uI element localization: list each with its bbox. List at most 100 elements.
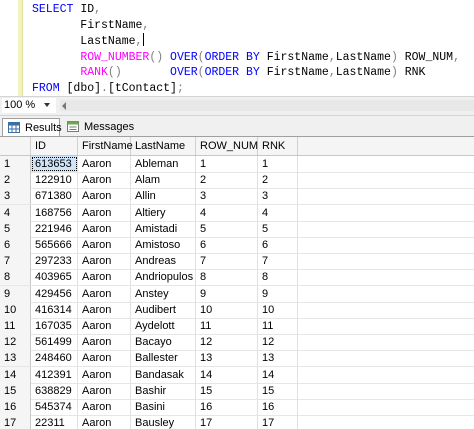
tab-messages[interactable]: Messages — [62, 118, 134, 136]
table-cell[interactable]: 17 — [196, 415, 258, 429]
row-number[interactable]: 6 — [0, 237, 31, 253]
table-cell[interactable]: Aaron — [78, 188, 131, 205]
results-grid[interactable]: ID FirstName LastName ROW_NUM RNK 1 613653 Aar… — [0, 137, 474, 429]
row-number[interactable]: 16 — [0, 399, 31, 415]
table-cell[interactable]: Bashir — [131, 382, 196, 399]
table-row[interactable]: 13 248460 Aaron Ballester 13 13 — [0, 350, 474, 368]
row-number[interactable]: 12 — [0, 334, 31, 351]
sql-line[interactable]: ROW_NUMBER() OVER(ORDER BY FirstName,Las… — [32, 50, 460, 66]
table-row[interactable]: 6 565666 Aaron Amistoso 6 6 — [0, 237, 474, 254]
table-row[interactable]: 7 297233 Aaron Andreas 7 7 — [0, 253, 474, 271]
table-row[interactable]: 11 167035 Aaron Aydelott 11 11 — [0, 318, 474, 335]
table-cell[interactable]: 14 — [258, 366, 298, 383]
table-cell[interactable]: Aaron — [78, 156, 131, 172]
column-header[interactable]: ID — [31, 137, 78, 155]
table-cell[interactable]: 8 — [258, 269, 298, 286]
sql-code[interactable]: SELECT ID, FirstName, LastName, ROW_NUMB… — [32, 2, 460, 96]
table-cell[interactable]: 6 — [196, 237, 258, 253]
table-row[interactable]: 16 545374 Aaron Basini 16 16 — [0, 399, 474, 416]
table-cell[interactable]: 8 — [196, 269, 258, 286]
table-row[interactable]: 9 429456 Aaron Anstey 9 9 — [0, 285, 474, 303]
table-row[interactable]: 14 412391 Aaron Bandasak 14 14 — [0, 366, 474, 384]
table-cell[interactable]: 17 — [258, 415, 298, 429]
row-number[interactable]: 14 — [0, 366, 31, 383]
table-cell[interactable]: 16 — [196, 399, 258, 415]
column-header[interactable]: ROW_NUM — [196, 137, 258, 155]
table-cell[interactable]: 1 — [196, 156, 258, 172]
row-number[interactable]: 15 — [0, 382, 31, 399]
table-cell[interactable]: Aaron — [78, 334, 131, 351]
table-cell[interactable]: Ballester — [131, 350, 196, 367]
table-cell[interactable]: 638829 — [31, 382, 78, 399]
chevron-down-icon[interactable] — [44, 103, 50, 107]
table-cell[interactable]: Aaron — [78, 366, 131, 383]
table-cell[interactable]: Aaron — [78, 220, 131, 237]
table-cell[interactable]: 16 — [258, 399, 298, 415]
table-cell[interactable]: 412391 — [31, 366, 78, 383]
table-cell[interactable]: 7 — [258, 253, 298, 270]
table-cell[interactable]: 14 — [196, 366, 258, 383]
sql-line[interactable]: SELECT ID, — [32, 2, 460, 18]
table-cell[interactable]: 429456 — [31, 285, 78, 302]
table-cell[interactable]: Ableman — [131, 156, 196, 172]
row-number[interactable]: 10 — [0, 301, 31, 318]
table-cell[interactable]: 11 — [258, 318, 298, 334]
row-number[interactable]: 8 — [0, 269, 31, 286]
table-cell[interactable]: 561499 — [31, 334, 78, 351]
horizontal-scrollbar[interactable] — [60, 100, 474, 111]
scroll-left-icon[interactable] — [62, 102, 66, 110]
table-cell[interactable]: 4 — [196, 204, 258, 221]
table-cell[interactable]: 11 — [196, 318, 258, 334]
table-cell[interactable]: 15 — [196, 382, 258, 399]
table-cell[interactable]: 168756 — [31, 204, 78, 221]
column-header[interactable]: FirstName — [78, 137, 133, 155]
table-cell[interactable]: 122910 — [31, 172, 78, 189]
table-row[interactable]: 3 671380 Aaron Allin 3 3 — [0, 188, 474, 206]
table-cell[interactable]: Aaron — [78, 301, 131, 318]
table-cell[interactable]: Bacayo — [131, 334, 196, 351]
table-cell[interactable]: Aaron — [78, 350, 131, 367]
table-cell[interactable]: Anstey — [131, 285, 196, 302]
table-cell[interactable]: Andriopulos — [131, 269, 196, 286]
sql-editor[interactable]: SELECT ID, FirstName, LastName, ROW_NUMB… — [0, 0, 474, 96]
row-number[interactable]: 11 — [0, 318, 31, 334]
column-header[interactable]: RNK — [258, 137, 298, 155]
table-cell[interactable]: Altiery — [131, 204, 196, 221]
table-cell[interactable]: 13 — [196, 350, 258, 367]
table-cell[interactable]: Aaron — [78, 204, 131, 221]
table-row[interactable]: 8 403965 Aaron Andriopulos 8 8 — [0, 269, 474, 287]
table-cell[interactable]: 297233 — [31, 253, 78, 270]
table-row[interactable]: 5 221946 Aaron Amistadi 5 5 — [0, 220, 474, 238]
table-cell[interactable]: Aaron — [78, 382, 131, 399]
sql-line[interactable]: FirstName, — [32, 18, 460, 34]
table-cell[interactable]: 12 — [258, 334, 298, 351]
table-cell[interactable]: Audibert — [131, 301, 196, 318]
table-cell[interactable]: 248460 — [31, 350, 78, 367]
tab-results[interactable]: Results — [2, 118, 62, 136]
table-cell[interactable]: 3 — [196, 188, 258, 205]
table-cell[interactable]: 613653 — [31, 156, 78, 172]
table-cell[interactable]: 545374 — [31, 399, 78, 415]
table-row[interactable]: 17 22311 Aaron Bausley 17 17 — [0, 415, 474, 429]
table-cell[interactable]: 7 — [196, 253, 258, 270]
table-cell[interactable]: 2 — [196, 172, 258, 189]
table-row[interactable]: 1 613653 Aaron Ableman 1 1 — [0, 156, 474, 173]
table-cell[interactable]: 403965 — [31, 269, 78, 286]
sql-line[interactable]: LastName, — [32, 33, 460, 50]
table-cell[interactable]: Basini — [131, 399, 196, 415]
row-number[interactable]: 2 — [0, 172, 31, 189]
table-row[interactable]: 4 168756 Aaron Altiery 4 4 — [0, 204, 474, 222]
table-cell[interactable]: Andreas — [131, 253, 196, 270]
table-cell[interactable]: Bausley — [131, 415, 196, 429]
table-cell[interactable]: 2 — [258, 172, 298, 189]
table-cell[interactable]: Amistoso — [131, 237, 196, 253]
row-number[interactable]: 13 — [0, 350, 31, 367]
table-row[interactable]: 12 561499 Aaron Bacayo 12 12 — [0, 334, 474, 352]
table-cell[interactable]: 4 — [258, 204, 298, 221]
row-number[interactable]: 9 — [0, 285, 31, 302]
table-cell[interactable]: Aaron — [78, 172, 131, 189]
row-number[interactable]: 3 — [0, 188, 31, 205]
row-number[interactable]: 5 — [0, 220, 31, 237]
column-header[interactable]: LastName — [131, 137, 196, 155]
table-cell[interactable]: Aaron — [78, 285, 131, 302]
